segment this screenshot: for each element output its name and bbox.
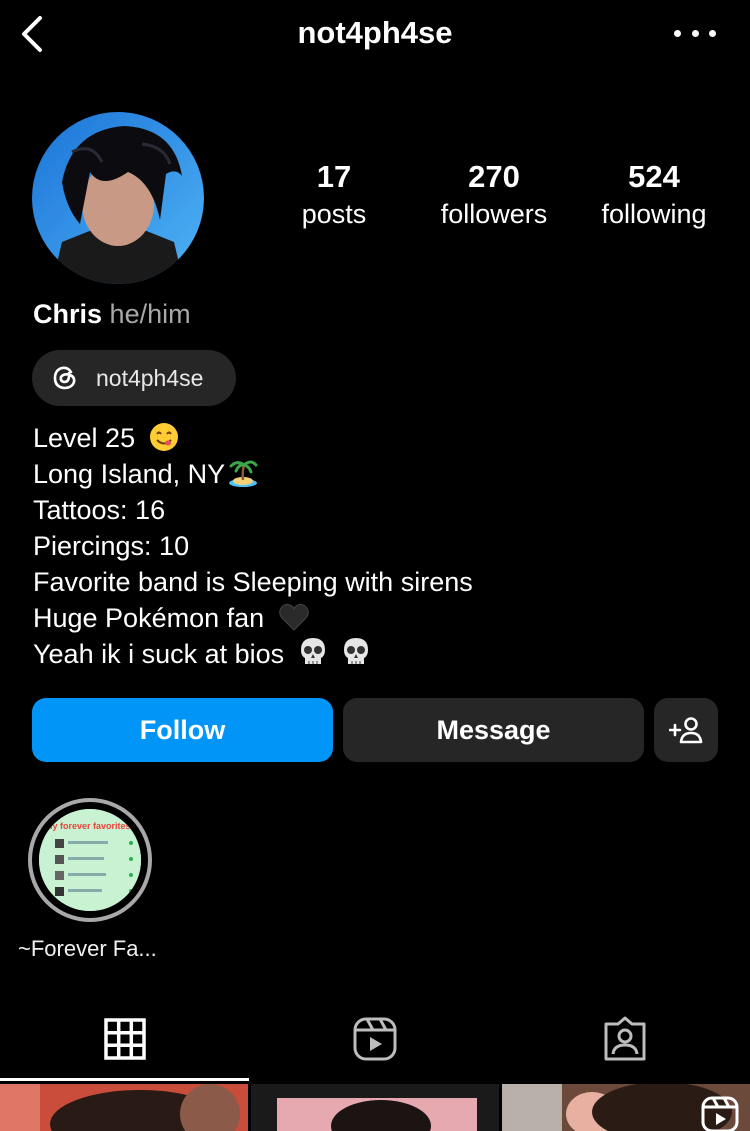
pronouns: he/him (109, 299, 191, 329)
followers-count[interactable]: 270 followers (424, 158, 564, 232)
profile-username-title: not4ph4se (297, 15, 453, 50)
highlight-cover-heading: My forever favorites (45, 821, 131, 831)
followers-count-value: 270 (468, 159, 520, 194)
following-count[interactable]: 524 following (584, 158, 724, 232)
bio-line: Long Island, NY (33, 456, 473, 492)
bio-line: Piercings: 10 (33, 531, 190, 561)
posts-count-value: 17 (316, 159, 352, 194)
message-button[interactable]: Message (343, 698, 644, 762)
threads-handle: not4ph4se (96, 364, 204, 391)
following-count-value: 524 (628, 159, 680, 194)
threads-badge[interactable]: not4ph4se (32, 350, 236, 406)
bio-line: Favorite band is Sleeping with sirens (33, 567, 473, 597)
black-heart-emoji-icon (278, 603, 309, 631)
posts-count-label: posts (301, 199, 367, 229)
bio: Level 25 Long Island, NY Tattoos: 16 Pie… (33, 420, 473, 672)
highlight-label: ~Forever Fa... (18, 936, 157, 961)
yum-face-emoji-icon (149, 423, 178, 451)
tagged-icon[interactable] (602, 1016, 648, 1062)
highlight-cover: My forever favorites (39, 809, 141, 911)
reel-indicator-icon (701, 1096, 739, 1131)
bio-line: Tattoos: 16 (33, 495, 166, 525)
bio-line: Yeah ik i suck at bios (33, 636, 473, 672)
display-name: Chris (33, 299, 103, 329)
active-tab-indicator (0, 1078, 249, 1081)
profile-name: Chris he/him (33, 296, 191, 332)
post-thumbnail[interactable] (0, 1084, 248, 1131)
following-count-label: following (601, 199, 707, 229)
followers-count-label: followers (440, 199, 548, 229)
follow-button[interactable]: Follow (32, 698, 333, 762)
desert-island-emoji-icon (229, 460, 258, 487)
post-thumbnail[interactable] (251, 1084, 499, 1131)
posts-count: 17 posts (284, 158, 384, 232)
skull-emoji-icon (300, 638, 325, 664)
avatar[interactable] (32, 112, 204, 284)
bio-line: Level 25 (33, 420, 473, 456)
threads-icon (53, 366, 76, 390)
skull-emoji-icon (344, 638, 369, 664)
reels-icon[interactable] (352, 1016, 398, 1062)
grid-icon[interactable] (102, 1016, 148, 1062)
suggested-users-button[interactable] (654, 698, 718, 762)
add-person-icon (669, 717, 703, 744)
more-options-icon[interactable] (674, 16, 716, 50)
bio-line: Huge Pokémon fan (33, 600, 473, 636)
